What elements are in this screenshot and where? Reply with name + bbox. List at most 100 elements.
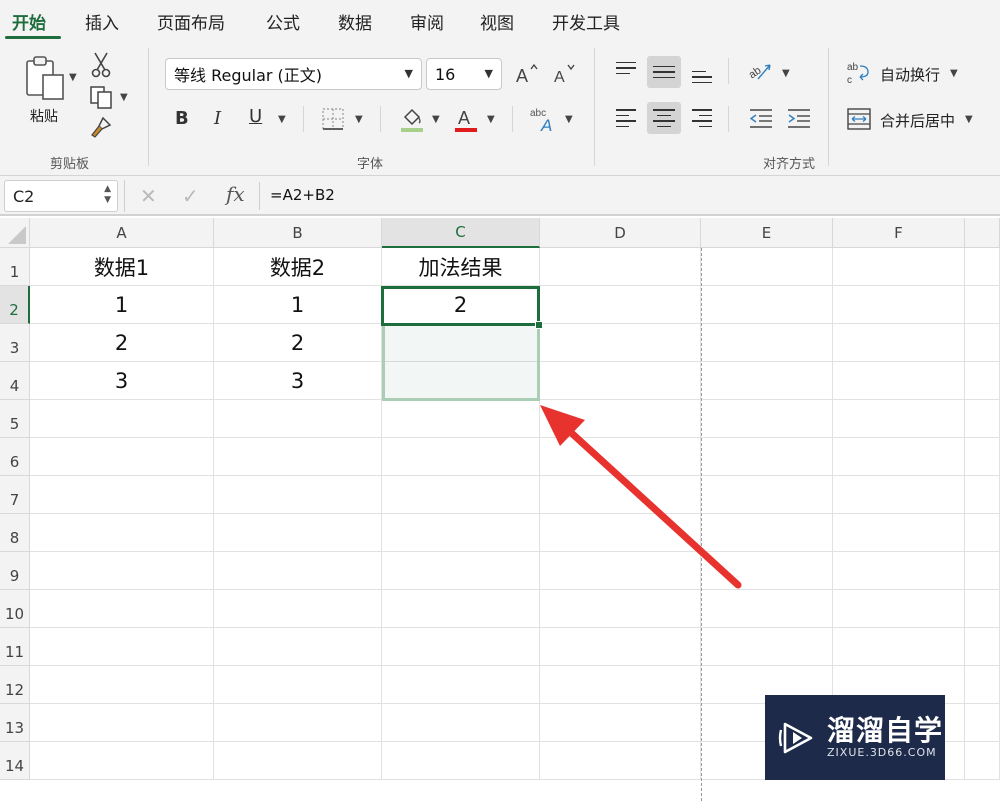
row-header-9[interactable]: 9 [0,552,30,590]
row-header-5[interactable]: 5 [0,400,30,438]
cell-c7[interactable] [382,476,540,514]
column-header-c[interactable]: C [382,218,540,248]
cell-f9[interactable] [833,552,965,590]
merge-center-icon[interactable] [846,106,872,132]
format-painter-brush-icon[interactable] [88,114,114,140]
cell-d2[interactable] [540,286,701,324]
cell-d7[interactable] [540,476,701,514]
cell-e10[interactable] [701,590,833,628]
cell-a10[interactable] [30,590,214,628]
row-header-8[interactable]: 8 [0,514,30,552]
confirm-check-icon[interactable]: ✓ [182,184,199,208]
align-right-icon[interactable] [685,102,719,134]
tab-data[interactable]: 数据 [338,9,372,34]
tab-developer[interactable]: 开发工具 [552,9,620,34]
fill-handle[interactable] [535,321,543,329]
cell-d14[interactable] [540,742,701,780]
cell-f10[interactable] [833,590,965,628]
underline-dropdown-chevron-icon[interactable]: ▼ [278,114,286,125]
cell-c11[interactable] [382,628,540,666]
cell-b12[interactable] [214,666,382,704]
align-top-icon[interactable] [609,56,643,88]
cell-e3[interactable] [701,324,833,362]
tab-page-layout[interactable]: 页面布局 [157,9,225,34]
row-header-6[interactable]: 6 [0,438,30,476]
font-color-dropdown-chevron-icon[interactable]: ▼ [487,114,495,125]
column-header-a[interactable]: A [30,218,214,248]
increase-font-size-icon[interactable]: A [512,60,542,88]
wrap-text-dropdown-chevron-icon[interactable]: ▼ [950,68,958,79]
tab-formulas[interactable]: 公式 [266,9,300,34]
name-box-stepper-icon[interactable]: ▲ ▼ [104,184,111,206]
column-header-d[interactable]: D [540,218,701,248]
insert-function-fx-icon[interactable]: fx [226,182,245,206]
select-all-corner[interactable] [0,218,30,248]
cell-e7[interactable] [701,476,833,514]
cell-b13[interactable] [214,704,382,742]
cell-a1[interactable]: 数据1 [30,248,214,286]
paste-dropdown-chevron-icon[interactable]: ▼ [69,72,77,83]
cell-c10[interactable] [382,590,540,628]
italic-button[interactable]: I [214,108,221,129]
cell-f8[interactable] [833,514,965,552]
cell-a14[interactable] [30,742,214,780]
cell-b8[interactable] [214,514,382,552]
cut-scissors-icon[interactable] [88,52,114,78]
fill-color-dropdown-chevron-icon[interactable]: ▼ [432,114,440,125]
increase-indent-icon[interactable] [784,104,814,132]
row-header-1[interactable]: 1 [0,248,30,286]
font-name-select[interactable]: 等线 Regular (正文) ▼ [165,58,422,90]
text-orientation-icon[interactable]: ab [745,58,775,86]
tab-insert[interactable]: 插入 [85,9,119,34]
cell-f7[interactable] [833,476,965,514]
merge-center-dropdown-chevron-icon[interactable]: ▼ [965,114,973,125]
merge-center-button[interactable]: 合并后居中 [880,110,955,131]
cell-e4[interactable] [701,362,833,400]
cell-b14[interactable] [214,742,382,780]
decrease-indent-icon[interactable] [746,104,776,132]
cell-d8[interactable] [540,514,701,552]
paste-icon[interactable] [20,54,70,104]
paste-label[interactable]: 粘贴 [30,106,58,126]
cell-d5[interactable] [540,400,701,438]
align-center-icon[interactable] [647,102,681,134]
cell-c12[interactable] [382,666,540,704]
cell-f2[interactable] [833,286,965,324]
cell-d9[interactable] [540,552,701,590]
cell-f1[interactable] [833,248,965,286]
cell-a9[interactable] [30,552,214,590]
cell-e5[interactable] [701,400,833,438]
cell-f6[interactable] [833,438,965,476]
borders-icon[interactable] [320,106,346,132]
tab-home[interactable]: 开始 [12,9,46,34]
cell-d3[interactable] [540,324,701,362]
cell-b6[interactable] [214,438,382,476]
formula-input[interactable]: =A2+B2 [270,186,335,204]
row-header-13[interactable]: 13 [0,704,30,742]
borders-dropdown-chevron-icon[interactable]: ▼ [355,114,363,125]
cell-e9[interactable] [701,552,833,590]
cell-e2[interactable] [701,286,833,324]
cell-b1[interactable]: 数据2 [214,248,382,286]
cell-a13[interactable] [30,704,214,742]
bold-button[interactable]: B [175,108,189,129]
cell-b2[interactable]: 1 [214,286,382,324]
cell-f4[interactable] [833,362,965,400]
cell-a8[interactable] [30,514,214,552]
cell-e11[interactable] [701,628,833,666]
cell-a6[interactable] [30,438,214,476]
row-header-10[interactable]: 10 [0,590,30,628]
cell-e6[interactable] [701,438,833,476]
align-bottom-icon[interactable] [685,56,719,88]
wrap-text-icon[interactable]: ab c [846,60,872,86]
cell-b7[interactable] [214,476,382,514]
cell-a4[interactable]: 3 [30,362,214,400]
cell-c9[interactable] [382,552,540,590]
cell-c1[interactable]: 加法结果 [382,248,540,286]
align-left-icon[interactable] [609,102,643,134]
fill-color-bucket-icon[interactable] [398,104,426,134]
text-effects-dropdown-chevron-icon[interactable]: ▼ [565,114,573,125]
cell-a2[interactable]: 1 [30,286,214,324]
cell-a5[interactable] [30,400,214,438]
cell-c14[interactable] [382,742,540,780]
